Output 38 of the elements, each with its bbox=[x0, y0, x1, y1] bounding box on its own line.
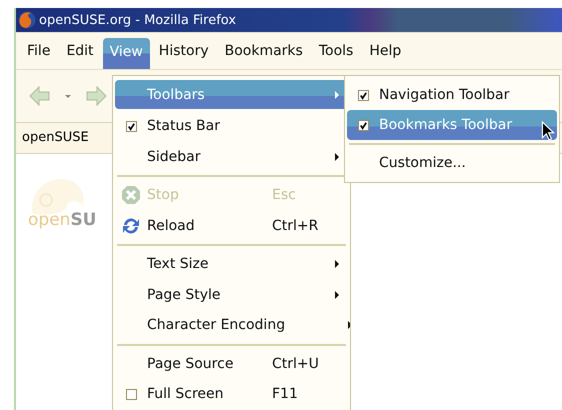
menu-item[interactable]: Reload Ctrl+R bbox=[115, 210, 348, 241]
submenu-arrow-icon bbox=[334, 290, 340, 300]
shortcut: Esc bbox=[272, 187, 296, 204]
checkbox[interactable] bbox=[126, 120, 136, 132]
menu-item[interactable]: File bbox=[20, 37, 58, 65]
checkbox[interactable] bbox=[126, 388, 136, 400]
menu-item[interactable]: Status Bar bbox=[115, 111, 348, 142]
menu-item[interactable]: Help bbox=[362, 37, 408, 65]
submenu-arrow-icon bbox=[334, 90, 340, 100]
checkbox[interactable] bbox=[358, 120, 368, 130]
tab[interactable]: openSUSE bbox=[16, 123, 115, 153]
reload-icon bbox=[121, 216, 141, 236]
menu-item[interactable]: Text Size bbox=[115, 249, 348, 280]
checkbox[interactable] bbox=[358, 90, 368, 100]
shortcut: F11 bbox=[272, 386, 298, 402]
submenu-arrow-icon bbox=[334, 259, 340, 270]
forward-icon[interactable] bbox=[84, 84, 108, 108]
back-icon[interactable] bbox=[28, 84, 52, 108]
menu-item[interactable]: Sidebar bbox=[115, 142, 348, 172]
caret-icon[interactable] bbox=[64, 92, 72, 100]
menu-item[interactable]: Page Source Ctrl+U bbox=[115, 348, 348, 379]
browser-logo-icon bbox=[18, 11, 36, 29]
menu-item[interactable]: Edit bbox=[59, 37, 101, 65]
menu-item[interactable]: Bookmarks bbox=[218, 37, 310, 65]
menu-item[interactable]: History bbox=[152, 37, 216, 65]
menu-item[interactable]: Page Style bbox=[115, 280, 348, 310]
menu-item[interactable]: Full Screen F11 bbox=[115, 379, 348, 410]
menu-item[interactable]: Customize... bbox=[347, 148, 557, 178]
shortcut: Ctrl+R bbox=[272, 218, 318, 234]
logo-text: openSU bbox=[28, 210, 98, 230]
menu-item[interactable]: Tools bbox=[312, 37, 360, 65]
stop-icon bbox=[121, 185, 141, 206]
menu-item[interactable]: Navigation Toolbar bbox=[347, 80, 557, 110]
submenu-arrow-icon bbox=[334, 152, 340, 162]
menu-item[interactable]: Character Encoding bbox=[115, 310, 348, 340]
mouse-pointer-icon bbox=[541, 121, 555, 141]
shortcut: Ctrl+U bbox=[272, 356, 319, 372]
window-title: openSUSE.org - Mozilla Firefox bbox=[39, 12, 236, 28]
